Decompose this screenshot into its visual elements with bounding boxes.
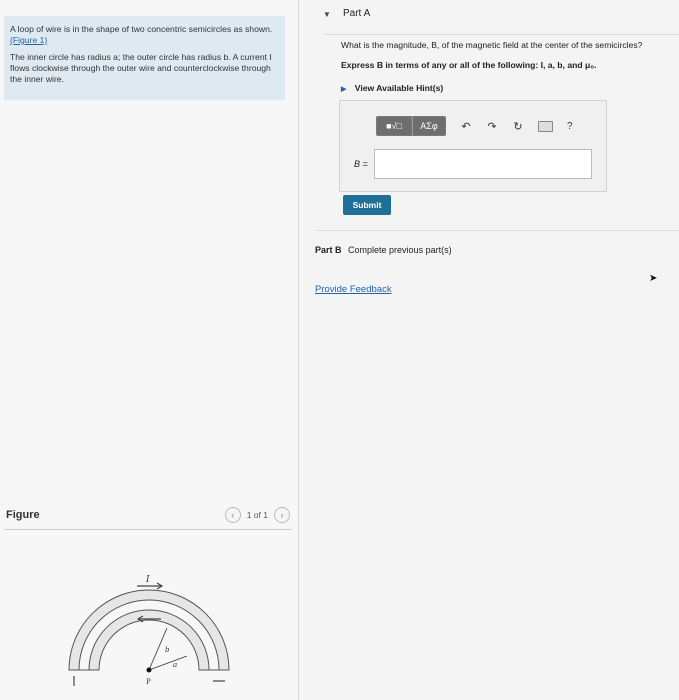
templates-button[interactable]: ■√□ [376, 116, 412, 136]
reset-icon[interactable]: ↻ [512, 120, 524, 133]
part-b-status: Complete previous part(s) [348, 245, 452, 255]
radius-a-line [148, 655, 188, 671]
equation-toolbar: ■√□ ΑΣφ ↶ ↷ ↻ ? [376, 116, 573, 136]
caret-down-icon[interactable]: ▼ [323, 10, 331, 19]
semicircle-figure: I b a P [68, 575, 230, 686]
problem-paragraph-1: A loop of wire is in the shape of two co… [10, 24, 279, 46]
right-panel: ▼ Part A What is the magnitude, B, of th… [299, 0, 679, 700]
submit-button[interactable]: Submit [343, 195, 391, 215]
figure-divider [4, 529, 292, 530]
answer-label: B = [354, 159, 368, 169]
part-b-row: Part B Complete previous part(s) [315, 245, 452, 255]
view-hints-toggle[interactable]: ▶ View Available Hint(s) [341, 83, 443, 93]
part-a-divider [323, 34, 679, 35]
redo-icon[interactable]: ↷ [486, 120, 498, 133]
keyboard-icon[interactable] [538, 120, 553, 132]
mouse-cursor-icon: ➤ [649, 273, 658, 284]
provide-feedback-link[interactable]: Provide Feedback [315, 284, 392, 295]
undo-icon[interactable]: ↶ [460, 120, 472, 133]
label-current: I [145, 575, 150, 585]
question-text: What is the magnitude, B, of the magneti… [341, 40, 643, 50]
figure-pager: ‹ 1 of 1 › [224, 507, 290, 523]
express-instruction: Express B in terms of any or all of the … [341, 60, 597, 70]
figure-title: Figure [6, 509, 40, 521]
answer-input[interactable] [374, 149, 592, 179]
center-point [146, 667, 152, 673]
answer-editor: ■√□ ΑΣφ ↶ ↷ ↻ ? B = [339, 100, 607, 192]
label-b: b [165, 646, 170, 654]
part-b-title: Part B [315, 245, 342, 255]
greek-symbols-button[interactable]: ΑΣφ [412, 116, 446, 136]
help-icon[interactable]: ? [567, 121, 573, 132]
part-a-title: Part A [343, 8, 371, 19]
part-b-divider [315, 230, 679, 231]
left-panel: A loop of wire is in the shape of two co… [0, 0, 298, 700]
part-a-header[interactable]: ▼ Part A [323, 6, 679, 35]
caret-right-icon: ▶ [341, 86, 347, 93]
pager-text: 1 of 1 [246, 510, 268, 520]
label-p: P [146, 678, 151, 686]
figure-link[interactable]: (Figure 1) [10, 35, 47, 45]
problem-text-2: The inner circle has radius a; the outer… [10, 52, 272, 84]
chevron-right-icon[interactable]: › [274, 507, 290, 523]
figure-header: Figure ‹ 1 of 1 › [6, 507, 290, 529]
label-a: a [173, 661, 177, 669]
chevron-left-icon[interactable]: ‹ [224, 507, 241, 523]
problem-statement: A loop of wire is in the shape of two co… [4, 16, 285, 100]
hints-label: View Available Hint(s) [354, 83, 444, 93]
problem-text-1: A loop of wire is in the shape of two co… [10, 24, 273, 34]
